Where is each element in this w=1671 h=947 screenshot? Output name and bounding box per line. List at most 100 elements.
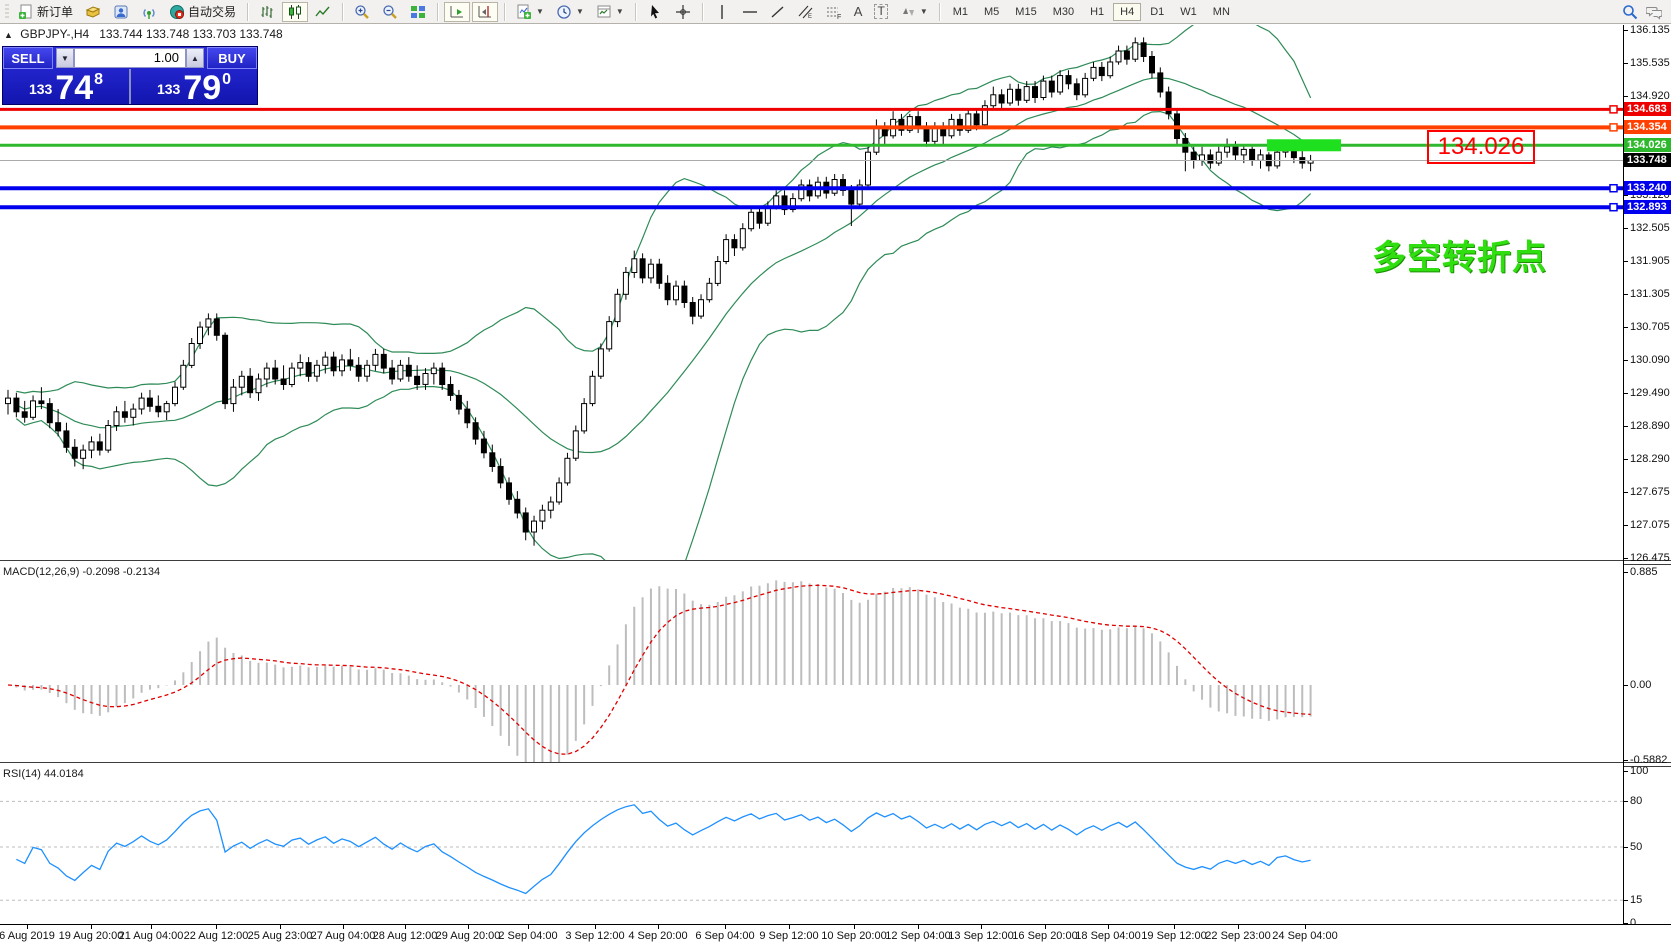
time-tick-mark	[405, 925, 406, 929]
buy-price[interactable]: 133 79 0	[129, 69, 257, 104]
autotrade-button[interactable]: 自动交易	[164, 2, 241, 22]
time-tick-label: 22 Sep 23:00	[1205, 930, 1270, 942]
trendline-icon	[770, 4, 786, 20]
time-tick-label: 19 Sep 12:00	[1141, 930, 1206, 942]
time-tick-mark	[981, 925, 982, 929]
volume-input[interactable]: 1.00	[74, 48, 186, 68]
sell-price[interactable]: 133 74 8	[3, 69, 129, 104]
price-tick-label: 127.075	[1624, 518, 1670, 532]
text-label-tool[interactable]: T	[869, 2, 892, 22]
market-watch-button[interactable]	[80, 2, 106, 22]
macd-tick-label: 0.885	[1624, 565, 1658, 579]
text-label-icon: T	[874, 4, 887, 19]
text-tool-icon: A	[854, 4, 863, 19]
new-order-icon	[18, 4, 34, 20]
indicators-icon	[516, 4, 532, 20]
main-price-chart[interactable]	[0, 25, 1623, 560]
toolbar-separator	[342, 3, 343, 21]
trendline-tool[interactable]	[765, 2, 791, 22]
time-tick-label: 19 Aug 20:00	[59, 930, 124, 942]
time-tick-label: 24 Sep 04:00	[1272, 930, 1337, 942]
fibonacci-tool[interactable]: F	[821, 2, 847, 22]
line-chart-button[interactable]	[310, 2, 336, 22]
tab-timeframe-w1[interactable]: W1	[1173, 3, 1204, 21]
volume-down-button[interactable]: ▼	[56, 48, 74, 68]
line-handle[interactable]	[1610, 106, 1617, 113]
vertical-line-tool[interactable]	[709, 2, 735, 22]
candlestick-chart-button[interactable]	[282, 2, 308, 22]
green-trend-segment[interactable]	[1267, 139, 1341, 151]
tab-timeframe-h1[interactable]: H1	[1083, 3, 1111, 21]
toolbar-separator	[702, 3, 703, 21]
book-icon	[85, 4, 101, 20]
equidistant-channel-tool[interactable]: E	[793, 2, 819, 22]
zoom-out-button[interactable]	[377, 2, 403, 22]
rsi-axis[interactable]: 1008050150	[1624, 765, 1671, 924]
macd-indicator-pane[interactable]	[0, 563, 1623, 762]
zoom-in-button[interactable]	[349, 2, 375, 22]
rsi-indicator-pane[interactable]	[0, 765, 1623, 924]
tab-timeframe-m5[interactable]: M5	[977, 3, 1006, 21]
symbol-marker-icon: ▲	[4, 30, 13, 40]
text-tool[interactable]: A	[849, 2, 868, 22]
autotrade-label: 自动交易	[188, 3, 236, 20]
bollinger-band-line	[16, 112, 1310, 560]
tile-windows-icon	[410, 4, 426, 20]
tab-timeframe-m15[interactable]: M15	[1008, 3, 1043, 21]
signals-button[interactable]	[136, 2, 162, 22]
one-click-trading-panel: SELL ▼ 1.00 ▲ BUY 133 74 8 133 79 0	[2, 46, 258, 105]
buy-button[interactable]: BUY	[207, 47, 257, 69]
auto-scroll-icon	[449, 4, 465, 20]
time-tick-mark	[918, 925, 919, 929]
bollinger-band-line	[16, 78, 1310, 452]
autotrade-icon	[169, 4, 185, 20]
time-axis[interactable]: 6 Aug 201919 Aug 20:0021 Aug 04:0022 Aug…	[0, 924, 1671, 947]
templates-button[interactable]: ▼	[591, 2, 629, 22]
price-annotation-box[interactable]: 134.026	[1427, 130, 1535, 164]
time-tick-mark	[468, 925, 469, 929]
horizontal-line-tool[interactable]	[737, 2, 763, 22]
turning-point-annotation[interactable]: 多空转折点	[1372, 230, 1547, 279]
bar-chart-button[interactable]	[254, 2, 280, 22]
tile-windows-button[interactable]	[405, 2, 431, 22]
volume-up-button[interactable]: ▲	[186, 48, 204, 68]
sell-button[interactable]: SELL	[3, 47, 53, 69]
line-handle[interactable]	[1610, 204, 1617, 211]
toolbar-separator	[437, 3, 438, 21]
accounts-button[interactable]	[108, 2, 134, 22]
tab-timeframe-mn[interactable]: MN	[1206, 3, 1237, 21]
macd-axis[interactable]: 0.8850.00-0.5882	[1624, 563, 1671, 762]
time-tick-label: 12 Sep 04:00	[885, 930, 950, 942]
price-tick-label: 130.705	[1624, 320, 1670, 334]
line-handle[interactable]	[1610, 185, 1617, 192]
chevron-down-icon: ▼	[616, 7, 624, 16]
new-order-button[interactable]: 新订单	[13, 2, 78, 22]
arrows-tool[interactable]: ▼	[895, 2, 933, 22]
auto-scroll-button[interactable]	[444, 2, 470, 22]
main-price-axis[interactable]: 136.135135.535134.920134.320133.720133.1…	[1624, 25, 1671, 560]
tab-timeframe-m1[interactable]: M1	[946, 3, 975, 21]
time-tick-mark	[343, 925, 344, 929]
line-handle[interactable]	[1610, 124, 1617, 131]
chart-title: ▲ GBPJPY-,H4 133.744 133.748 133.703 133…	[4, 27, 283, 41]
crosshair-tool-button[interactable]	[670, 2, 696, 22]
chart-shift-button[interactable]	[472, 2, 498, 22]
indicators-button[interactable]: ▼	[511, 2, 549, 22]
chart-shift-icon	[477, 4, 493, 20]
tab-timeframe-m30[interactable]: M30	[1046, 3, 1081, 21]
cursor-tool-button[interactable]	[642, 2, 668, 22]
search-icon[interactable]	[1622, 4, 1638, 20]
time-tick-label: 10 Sep 20:00	[821, 930, 886, 942]
chat-icon[interactable]	[1646, 4, 1662, 20]
time-tick-label: 18 Sep 04:00	[1075, 930, 1140, 942]
tab-timeframe-h4[interactable]: H4	[1113, 3, 1141, 21]
tab-timeframe-d1[interactable]: D1	[1143, 3, 1171, 21]
signal-icon	[141, 4, 157, 20]
toolbar-separator	[247, 3, 248, 21]
time-tick-mark	[151, 925, 152, 929]
macd-label: MACD(12,26,9) -0.2098 -0.2134	[3, 566, 160, 578]
time-tick-label: 28 Aug 12:00	[373, 930, 438, 942]
periods-button[interactable]: ▼	[551, 2, 589, 22]
zoom-out-icon	[382, 4, 398, 20]
arrows-icon	[900, 4, 916, 20]
